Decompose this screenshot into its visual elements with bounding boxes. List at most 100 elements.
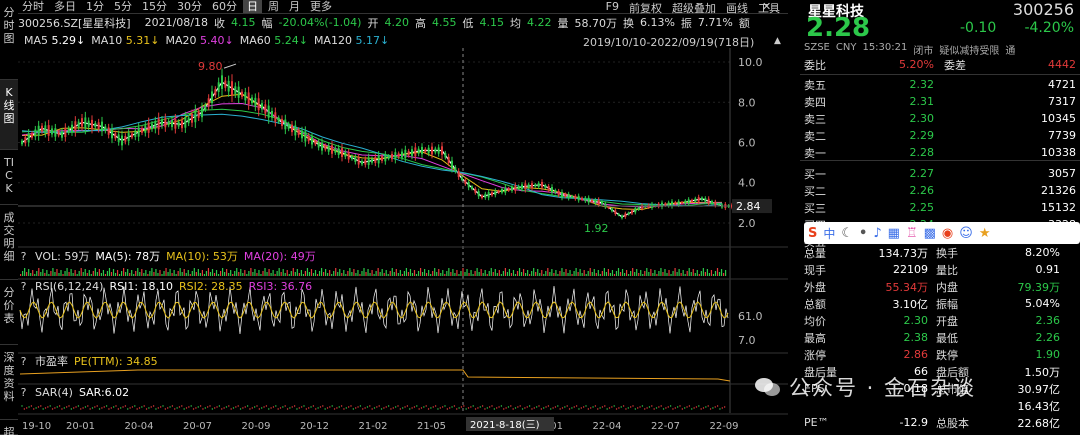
sar-dot (251, 407, 253, 409)
sar-dot (637, 407, 639, 409)
close-icon[interactable]: ✕ (762, 0, 771, 13)
moon-icon[interactable]: ☾ (841, 226, 853, 241)
ime-toolbar[interactable]: S 中 ☾ • ♪ ▦ ♖ ▩ ◉ ☺ ★ (804, 222, 1080, 244)
sar-dot (103, 406, 105, 408)
volume-bar (492, 272, 494, 276)
volume-bar (535, 272, 537, 276)
s-logo-icon[interactable]: S (808, 226, 817, 241)
sar-dot (145, 408, 148, 410)
shirt-icon[interactable]: ♖ (906, 226, 918, 241)
candle-body (27, 133, 30, 143)
volume-bar (102, 270, 105, 276)
candle-body (127, 133, 130, 142)
bid-row-5[interactable]: 买一 2.27 3057 (804, 165, 1076, 182)
pe-indicator-header[interactable]: ? 市盈率 PE(TTM): 34.85 (18, 353, 788, 369)
volume-bar (268, 269, 270, 276)
pe-parts: PE(TTM): 34.85 (74, 355, 158, 368)
sar-parts: SAR:6.02 (79, 386, 129, 399)
help-icon[interactable]: ? (18, 250, 29, 263)
period-button-2[interactable]: 1分 (82, 0, 108, 13)
ime-mode-label[interactable]: 中 (823, 225, 835, 242)
ask-row-1[interactable]: 卖四 2.31 7317 (804, 93, 1076, 110)
ask-row-3[interactable]: 卖二 2.29 7739 (804, 127, 1076, 144)
dot-icon[interactable]: • (859, 226, 867, 241)
last-price: 2.28 (806, 13, 871, 43)
volume-bar (32, 270, 34, 276)
sar-dot (613, 405, 615, 407)
volume-bar (706, 269, 708, 276)
left-tab-4[interactable]: 分价表 (0, 280, 18, 345)
menu-item-3[interactable]: 画线 (726, 0, 748, 15)
left-tab-2[interactable]: TICK (0, 150, 18, 205)
volume-bar (323, 272, 325, 276)
menu-item-2[interactable]: 超级叠加 (672, 0, 716, 15)
user-icon[interactable]: ☺ (959, 226, 973, 241)
left-tab-1[interactable]: K线图 (0, 80, 18, 150)
star-icon[interactable]: ★ (979, 226, 991, 241)
bid-row-7[interactable]: 买三 2.25 15132 (804, 199, 1076, 216)
ma-label: MA5 (24, 34, 52, 47)
period-button-1[interactable]: 多日 (50, 0, 80, 13)
sar-dot (70, 408, 73, 410)
bid-row-6[interactable]: 买二 2.26 21326 (804, 182, 1076, 199)
sar-dot (496, 407, 498, 409)
collapse-icon[interactable]: ▲ (774, 36, 781, 46)
period-button-7[interactable]: 日 (243, 0, 262, 13)
stats-row-10: PE™ -12.9 总股本 22.68亿 (804, 414, 1076, 431)
rsi-indicator-header[interactable]: ? RSI(6,12,24) RSI1: 18.10 RSI2: 28.35 RSI… (18, 278, 788, 294)
volume-bar (365, 272, 367, 276)
period-button-5[interactable]: 30分 (173, 0, 206, 13)
ask-row-4[interactable]: 卖一 2.28 10338 (804, 144, 1076, 161)
volume-bar (327, 273, 329, 276)
help-icon[interactable]: ? (18, 280, 29, 293)
left-tab-3[interactable]: 成交明细 (0, 205, 18, 280)
volume-bar (466, 269, 468, 276)
candle-body (71, 124, 73, 133)
menu-item-1[interactable]: 前复权 (629, 0, 662, 15)
volume-bar (171, 273, 173, 276)
volume-bar (634, 272, 636, 276)
volume-bar (187, 270, 189, 276)
menu-item-0[interactable]: F9 (606, 0, 619, 14)
candle-body (254, 97, 257, 107)
period-button-9[interactable]: 月 (285, 0, 304, 13)
gamepad-icon[interactable]: ◉ (942, 226, 953, 241)
sar-dot (590, 407, 592, 409)
period-button-8[interactable]: 周 (264, 0, 283, 13)
volume-bar (436, 272, 438, 276)
help-icon[interactable]: ? (18, 355, 29, 368)
sar-dot (493, 408, 496, 410)
period-button-4[interactable]: 15分 (138, 0, 171, 13)
kline-chart-area[interactable]: 10.0 8.0 6.0 4.0 2.0 19-10 20-01 20-04 20-07 20-0… (18, 48, 788, 435)
period-button-3[interactable]: 5分 (110, 0, 136, 13)
candle-body (441, 146, 443, 155)
sar-dot (676, 406, 679, 408)
sar-indicator-header[interactable]: ? SAR(4) SAR:6.02 (18, 384, 788, 400)
sar-dot (340, 405, 343, 407)
vol-indicator-header[interactable]: ? VOL: 59万 MA(5): 78万 MA(10): 53万 MA(20): … (18, 248, 788, 264)
amt-field-label: 额 (738, 16, 750, 30)
period-button-10[interactable]: 更多 (306, 0, 336, 13)
volume-bar (712, 274, 715, 276)
left-tab-5[interactable]: 深度资料 (0, 345, 18, 420)
sar-dot (634, 408, 637, 410)
vol-parts: MA(5): 78万 MA(10): 53万 MA(20): 49万 (95, 248, 315, 264)
help-icon[interactable]: ? (18, 386, 29, 399)
keyboard-icon[interactable]: ▦ (888, 226, 900, 241)
left-tab-6[interactable]: 超 (0, 420, 18, 435)
volume-bar (664, 269, 666, 276)
volume-bar (595, 273, 597, 276)
volume-bar (385, 270, 387, 276)
grid-icon[interactable]: ▩ (924, 226, 936, 241)
sar-dot (63, 407, 65, 409)
ask-row-0[interactable]: 卖五 2.32 4721 (804, 76, 1076, 93)
period-button-6[interactable]: 60分 (208, 0, 241, 13)
left-tab-0[interactable]: 分时图 (0, 0, 18, 80)
ask-row-2[interactable]: 卖三 2.30 10345 (804, 110, 1076, 127)
volume-bar (294, 272, 296, 276)
mic-icon[interactable]: ♪ (873, 226, 881, 241)
volume-bar (316, 274, 319, 276)
volume-bar (438, 269, 440, 276)
candle-body (311, 136, 313, 145)
period-button-0[interactable]: 分时 (18, 0, 48, 13)
